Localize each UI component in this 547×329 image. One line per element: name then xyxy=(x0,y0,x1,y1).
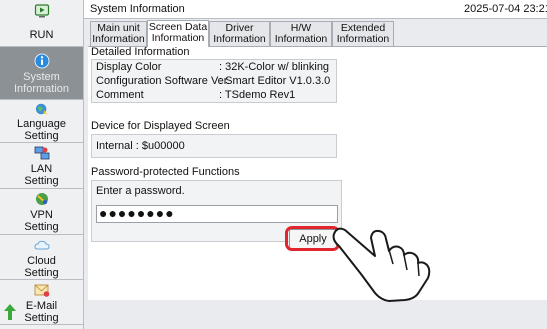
device-value: Internal : $u00000 xyxy=(96,140,185,152)
datetime-display: 2025-07-04 23:21:1 xyxy=(464,3,547,15)
info-icon xyxy=(34,53,49,69)
sidebar-item-label: RUN xyxy=(29,29,54,41)
tab-label-line2: Information xyxy=(336,33,390,45)
sidebar-item-label: System Information xyxy=(13,71,70,95)
sidebar-item-lan-setting[interactable]: LAN Setting xyxy=(0,143,83,189)
main-area: System Information 2025-07-04 23:21:1 Ma… xyxy=(84,0,547,329)
title-bar: System Information 2025-07-04 23:21:1 xyxy=(84,0,547,19)
tab-screen-data-information[interactable]: Screen Data Information xyxy=(147,20,209,47)
info-value: : Smart Editor V1.0.3.0 xyxy=(219,75,331,87)
sidebar-item-label: VPN Setting xyxy=(24,209,59,233)
tab-label-line2: Information xyxy=(274,33,328,45)
password-box: Enter a password. ●●●●●●●● Apply xyxy=(91,180,342,251)
sidebar: RUN System Information Language Setting … xyxy=(0,0,84,329)
vpn-icon xyxy=(35,193,48,205)
info-value: : TSdemo Rev1 xyxy=(219,89,296,101)
device-section-title: Device for Displayed Screen xyxy=(91,120,230,132)
tab-panel: Detailed Information Display Color : 32K-… xyxy=(88,46,547,300)
sidebar-item-vpn-setting[interactable]: VPN Setting xyxy=(0,189,83,235)
info-row: Comment : TSdemo Rev1 xyxy=(96,89,295,101)
info-value: : 32K-Color w/ blinking xyxy=(219,61,330,73)
email-icon xyxy=(34,284,49,297)
password-input[interactable]: ●●●●●●●● xyxy=(96,205,338,223)
pointing-hand-icon xyxy=(332,227,431,302)
tab-main-unit-information[interactable]: Main unit Information xyxy=(90,21,147,46)
info-row: Configuration Software Ver.: Smart Edito… xyxy=(96,75,330,87)
scroll-up-icon[interactable] xyxy=(3,303,17,321)
detailed-information-title: Detailed Information xyxy=(91,46,190,58)
sidebar-item-cloud-setting[interactable]: Cloud Setting xyxy=(0,235,83,280)
cloud-icon xyxy=(33,240,50,250)
info-row: Display Color : 32K-Color w/ blinking xyxy=(96,61,329,73)
password-section-title: Password-protected Functions xyxy=(91,166,240,178)
info-key: Comment xyxy=(96,89,144,101)
sidebar-item-language-setting[interactable]: Language Setting xyxy=(0,100,83,143)
sidebar-item-system-information[interactable]: System Information xyxy=(0,47,83,100)
password-prompt: Enter a password. xyxy=(96,185,185,197)
tab-label-line2: Information xyxy=(213,33,266,45)
tab-driver-information[interactable]: Driver Information xyxy=(209,21,270,46)
language-icon xyxy=(35,103,47,115)
info-key: Display Color xyxy=(96,61,162,73)
info-key: Configuration Software Ver. xyxy=(96,75,230,87)
lan-icon xyxy=(34,146,49,160)
sidebar-item-label: E-Mail Setting xyxy=(24,300,59,324)
tab-extended-information[interactable]: Extended Information xyxy=(332,21,394,46)
sidebar-item-run[interactable]: RUN xyxy=(0,0,83,47)
detailed-information-box: Display Color : 32K-Color w/ blinking Con… xyxy=(91,59,337,103)
tab-hw-information[interactable]: H/W Information xyxy=(270,21,332,46)
monitor-icon xyxy=(34,4,49,18)
sidebar-item-label: Cloud Setting xyxy=(24,255,59,279)
tab-label-line2: Information xyxy=(92,33,145,45)
tab-label-line2: Information xyxy=(151,32,205,44)
sidebar-item-label: Language Setting xyxy=(17,118,66,142)
device-box: Internal : $u00000 xyxy=(91,134,337,158)
sidebar-item-label: LAN Setting xyxy=(24,163,59,187)
page-title: System Information xyxy=(90,3,185,15)
